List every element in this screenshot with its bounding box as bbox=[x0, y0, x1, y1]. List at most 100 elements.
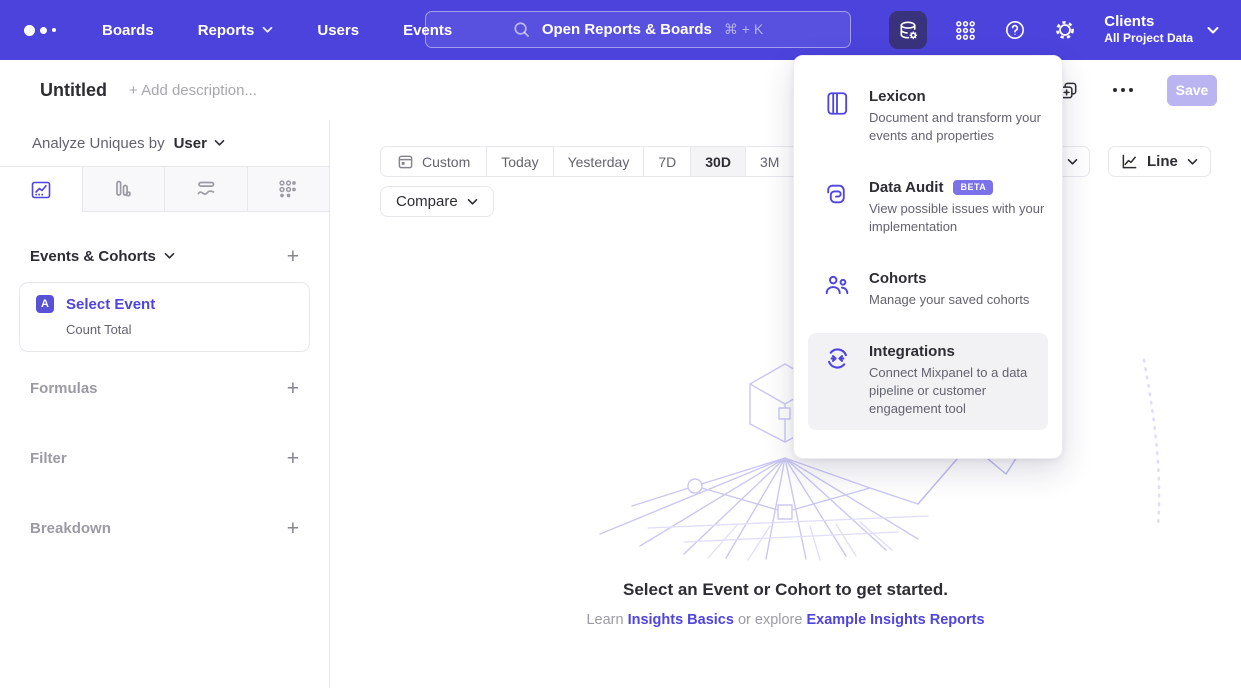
filter-label: Filter bbox=[30, 450, 67, 467]
date-range-30d[interactable]: 30D bbox=[690, 147, 745, 176]
add-breakdown-button[interactable]: + bbox=[287, 518, 299, 539]
menu-item-integrations[interactable]: Integrations Connect Mixpanel to a data … bbox=[808, 333, 1048, 430]
example-reports-link[interactable]: Example Insights Reports bbox=[806, 612, 984, 628]
add-event-button[interactable]: + bbox=[287, 246, 299, 267]
search-shortcut: ⌘ + K bbox=[724, 21, 763, 38]
report-title[interactable]: Untitled bbox=[40, 80, 107, 101]
events-cohorts-header[interactable]: Events & Cohorts bbox=[30, 248, 175, 265]
tab-metric-grid[interactable] bbox=[247, 167, 330, 212]
nav-label: Boards bbox=[102, 22, 154, 39]
apps-grid-icon bbox=[955, 20, 976, 41]
date-range-7d[interactable]: 7D bbox=[643, 147, 690, 176]
filter-section: Filter + bbox=[0, 444, 329, 472]
org-name: Clients bbox=[1104, 13, 1193, 31]
project-switcher[interactable]: Clients All Project Data bbox=[1104, 13, 1219, 47]
date-range-label: 30D bbox=[705, 154, 731, 170]
nav-item-users[interactable]: Users bbox=[317, 22, 359, 39]
tab-stacked-chart[interactable] bbox=[164, 167, 247, 212]
bar-chart-tab-icon bbox=[112, 178, 134, 200]
flow-chart-tab-icon bbox=[195, 178, 217, 200]
event-row-a[interactable]: A Select Event Count Total bbox=[19, 282, 310, 352]
global-search-input[interactable]: Open Reports & Boards ⌘ + K bbox=[425, 11, 851, 48]
menu-item-title: Integrations bbox=[869, 343, 955, 360]
search-icon bbox=[513, 21, 530, 38]
chart-style-label: Line bbox=[1147, 153, 1178, 170]
menu-item-description: View possible issues with your implement… bbox=[869, 200, 1051, 236]
help-button[interactable] bbox=[1004, 19, 1026, 41]
events-cohorts-section: Events & Cohorts + bbox=[0, 242, 329, 270]
date-range-3m[interactable]: 3M bbox=[745, 147, 793, 176]
primary-nav: Boards Reports Users Events bbox=[102, 22, 452, 39]
integrations-icon bbox=[824, 343, 852, 418]
tab-insights-line[interactable] bbox=[0, 167, 82, 212]
menu-item-description: Connect Mixpanel to a data pipeline or c… bbox=[869, 364, 1051, 418]
breakdown-label: Breakdown bbox=[30, 520, 111, 537]
tab-bar-chart[interactable] bbox=[82, 167, 165, 212]
select-event-button[interactable]: Select Event bbox=[66, 296, 155, 313]
analyze-label: Analyze Uniques by bbox=[32, 135, 165, 152]
nav-label: Users bbox=[317, 22, 359, 39]
date-range-label: Today bbox=[501, 154, 538, 170]
help-icon bbox=[1004, 19, 1026, 41]
settings-button[interactable] bbox=[1054, 19, 1076, 41]
menu-item-title: Data Audit bbox=[869, 179, 943, 196]
line-style-icon bbox=[1121, 153, 1138, 170]
database-gear-icon bbox=[897, 19, 920, 42]
chevron-down-icon bbox=[1207, 26, 1219, 35]
compare-dropdown[interactable]: Compare bbox=[380, 186, 494, 217]
menu-item-data-audit[interactable]: Data Audit BETA View possible issues wit… bbox=[808, 169, 1048, 248]
chart-type-tabs bbox=[0, 166, 329, 212]
save-button[interactable]: Save bbox=[1167, 75, 1217, 106]
empty-state-title: Select an Event or Cohort to get started… bbox=[330, 580, 1241, 600]
mixpanel-logo[interactable] bbox=[24, 25, 76, 36]
metric-tab-icon bbox=[277, 178, 299, 200]
apps-grid-button[interactable] bbox=[955, 20, 976, 41]
analyze-value-dropdown[interactable]: User bbox=[174, 135, 207, 152]
subtitle-text: or explore bbox=[738, 612, 802, 628]
project-name: All Project Data bbox=[1104, 31, 1193, 47]
date-range-label: 7D bbox=[658, 154, 676, 170]
query-sidebar: Analyze Uniques by User bbox=[0, 120, 330, 688]
chevron-down-icon[interactable] bbox=[214, 139, 225, 147]
beta-badge: BETA bbox=[953, 180, 993, 195]
add-formula-button[interactable]: + bbox=[287, 378, 299, 399]
breakdown-section: Breakdown + bbox=[0, 514, 329, 542]
menu-item-description: Document and transform your events and p… bbox=[869, 109, 1051, 145]
chevron-down-icon bbox=[164, 252, 175, 260]
chevron-down-icon bbox=[1187, 158, 1198, 166]
menu-item-description: Manage your saved cohorts bbox=[869, 291, 1051, 309]
search-placeholder: Open Reports & Boards bbox=[542, 21, 712, 38]
chart-style-dropdown[interactable]: Line bbox=[1108, 146, 1211, 177]
aggregation-dropdown[interactable]: Count Total bbox=[66, 322, 293, 337]
series-badge: A bbox=[36, 295, 54, 313]
menu-item-title: Lexicon bbox=[869, 88, 926, 105]
data-management-button[interactable] bbox=[889, 11, 927, 49]
lexicon-icon bbox=[824, 88, 852, 145]
add-filter-button[interactable]: + bbox=[287, 448, 299, 469]
gear-icon bbox=[1054, 19, 1076, 41]
date-range-yesterday[interactable]: Yesterday bbox=[553, 147, 644, 176]
add-description-field[interactable]: + Add description... bbox=[129, 82, 257, 99]
insights-basics-link[interactable]: Insights Basics bbox=[628, 612, 734, 628]
data-management-menu: Lexicon Document and transform your even… bbox=[793, 55, 1063, 459]
menu-item-title: Cohorts bbox=[869, 270, 927, 287]
date-range-label: Custom bbox=[422, 154, 470, 170]
formulas-label: Formulas bbox=[30, 380, 98, 397]
cohorts-icon bbox=[824, 270, 852, 309]
date-range-label: 3M bbox=[760, 154, 779, 170]
subtitle-text: Learn bbox=[586, 612, 623, 628]
chevron-down-icon bbox=[467, 198, 478, 206]
date-range-today[interactable]: Today bbox=[486, 147, 552, 176]
nav-item-boards[interactable]: Boards bbox=[102, 22, 154, 39]
menu-item-cohorts[interactable]: Cohorts Manage your saved cohorts bbox=[808, 260, 1048, 321]
report-canvas: Custom Today Yesterday 7D 30D 3M 6M 12M … bbox=[330, 120, 1241, 688]
nav-item-reports[interactable]: Reports bbox=[198, 22, 274, 39]
menu-item-lexicon[interactable]: Lexicon Document and transform your even… bbox=[808, 78, 1048, 157]
compare-label: Compare bbox=[396, 193, 458, 210]
date-range-custom[interactable]: Custom bbox=[381, 147, 486, 176]
chevron-down-icon bbox=[1067, 158, 1078, 166]
chevron-down-icon bbox=[262, 26, 273, 34]
events-cohorts-label: Events & Cohorts bbox=[30, 248, 156, 265]
line-chart-tab-icon bbox=[30, 179, 52, 201]
more-options-button[interactable] bbox=[1113, 88, 1133, 92]
